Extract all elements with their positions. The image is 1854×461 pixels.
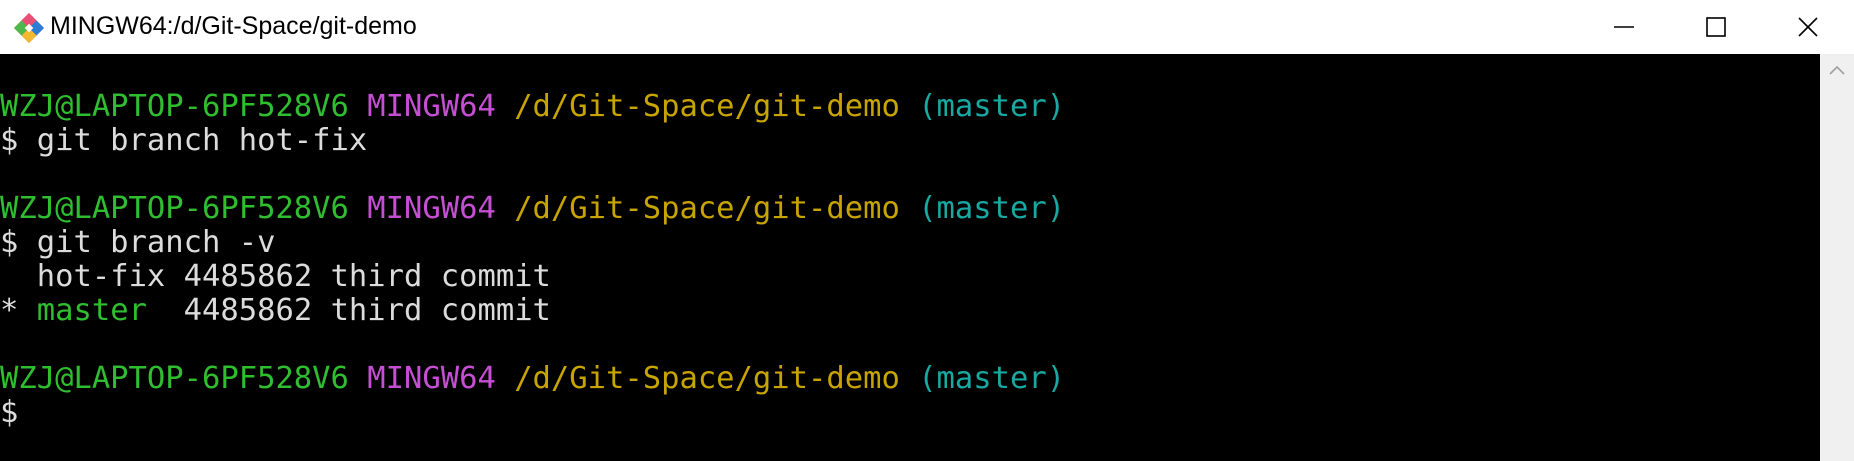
window-title: MINGW64:/d/Git-Space/git-demo [50, 12, 417, 40]
branch-list-item: * master 4485862 third commit [0, 294, 551, 328]
title-bar[interactable]: MINGW64:/d/Git-Space/git-demo [0, 0, 1854, 54]
command-line: $ [0, 395, 19, 430]
prompt-branch: (master) [918, 89, 1066, 124]
prompt-system: MINGW64 [367, 191, 496, 226]
prompt-line: WZJ@LAPTOP-6PF528V6 MINGW64 /d/Git-Space… [0, 192, 1065, 226]
branch-commit: 4485862 third commit [165, 259, 551, 294]
branch-marker: * [0, 293, 19, 328]
chevron-up-icon [1829, 62, 1845, 80]
prompt-branch: (master) [918, 361, 1066, 396]
prompt-user-host: WZJ@LAPTOP-6PF528V6 [0, 361, 349, 396]
branch-marker [0, 259, 18, 294]
prompt-system: MINGW64 [367, 89, 496, 124]
close-button[interactable] [1762, 0, 1854, 54]
minimize-icon [1613, 16, 1635, 38]
prompt-branch: (master) [918, 191, 1066, 226]
prompt-user-host: WZJ@LAPTOP-6PF528V6 [0, 191, 349, 226]
prompt-path: /d/Git-Space/git-demo [514, 191, 900, 226]
branch-commit: 4485862 third commit [146, 293, 551, 328]
terminal-window: MINGW64:/d/Git-Space/git-demo WZJ@LAPTOP… [0, 0, 1854, 461]
maximize-icon [1705, 16, 1727, 38]
vertical-scrollbar[interactable] [1820, 54, 1854, 461]
prompt-line: WZJ@LAPTOP-6PF528V6 MINGW64 /d/Git-Space… [0, 362, 1065, 396]
branch-name: master [36, 293, 147, 328]
close-icon [1797, 16, 1819, 38]
prompt-path: /d/Git-Space/git-demo [514, 89, 900, 124]
command-line: $ git branch hot-fix [0, 123, 368, 158]
terminal-output[interactable]: WZJ@LAPTOP-6PF528V6 MINGW64 /d/Git-Space… [0, 54, 1820, 461]
prompt-system: MINGW64 [367, 361, 496, 396]
git-bash-icon [12, 11, 46, 45]
command-line: $ git branch -v [0, 225, 276, 260]
scroll-up-button[interactable] [1820, 54, 1854, 88]
prompt-user-host: WZJ@LAPTOP-6PF528V6 [0, 89, 349, 124]
branch-list-item: hot-fix 4485862 third commit [0, 260, 551, 294]
branch-name: hot-fix [36, 259, 166, 294]
prompt-line: WZJ@LAPTOP-6PF528V6 MINGW64 /d/Git-Space… [0, 90, 1065, 124]
prompt-path: /d/Git-Space/git-demo [514, 361, 900, 396]
maximize-button[interactable] [1670, 0, 1762, 54]
minimize-button[interactable] [1578, 0, 1670, 54]
